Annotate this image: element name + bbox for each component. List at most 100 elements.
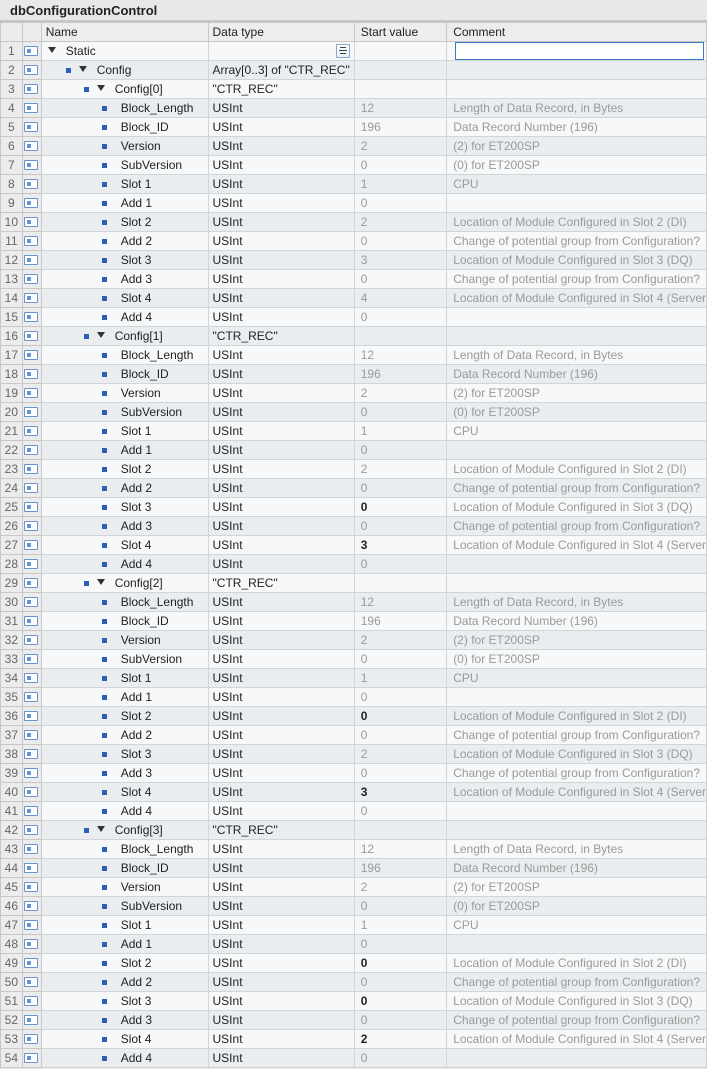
- row-number[interactable]: 39: [1, 764, 23, 783]
- type-picker-button[interactable]: [336, 44, 350, 58]
- table-row[interactable]: 26Add 3USInt0Change of potential group f…: [1, 517, 707, 536]
- row-number[interactable]: 38: [1, 745, 23, 764]
- row-number[interactable]: 20: [1, 403, 23, 422]
- start-value-cell[interactable]: 0: [354, 954, 446, 973]
- start-value-cell[interactable]: 12: [354, 593, 446, 612]
- comment-cell[interactable]: Location of Module Configured in Slot 4 …: [447, 536, 707, 555]
- type-cell[interactable]: USInt: [208, 460, 354, 479]
- type-cell[interactable]: USInt: [208, 802, 354, 821]
- table-row[interactable]: 22Add 1USInt0: [1, 441, 707, 460]
- start-value-cell[interactable]: 0: [354, 308, 446, 327]
- start-value-cell[interactable]: 3: [354, 783, 446, 802]
- row-number[interactable]: 32: [1, 631, 23, 650]
- comment-cell[interactable]: Length of Data Record, in Bytes: [447, 99, 707, 118]
- row-number[interactable]: 33: [1, 650, 23, 669]
- type-cell[interactable]: USInt: [208, 954, 354, 973]
- comment-cell[interactable]: Location of Module Configured in Slot 4 …: [447, 1030, 707, 1049]
- table-row[interactable]: 36Slot 2USInt0Location of Module Configu…: [1, 707, 707, 726]
- table-row[interactable]: 19VersionUSInt2(2) for ET200SP: [1, 384, 707, 403]
- name-cell[interactable]: SubVersion: [41, 403, 208, 422]
- comment-cell[interactable]: [447, 802, 707, 821]
- comment-cell[interactable]: Change of potential group from Configura…: [447, 270, 707, 289]
- type-cell[interactable]: USInt: [208, 935, 354, 954]
- type-cell[interactable]: USInt: [208, 726, 354, 745]
- table-row[interactable]: 11Add 2USInt0Change of potential group f…: [1, 232, 707, 251]
- row-number[interactable]: 4: [1, 99, 23, 118]
- row-number[interactable]: 23: [1, 460, 23, 479]
- name-cell[interactable]: Slot 3: [41, 251, 208, 270]
- start-value-cell[interactable]: 0: [354, 517, 446, 536]
- comment-cell[interactable]: [447, 935, 707, 954]
- table-row[interactable]: 53Slot 4USInt2Location of Module Configu…: [1, 1030, 707, 1049]
- name-cell[interactable]: Slot 1: [41, 916, 208, 935]
- start-value-cell[interactable]: 2: [354, 1030, 446, 1049]
- row-number[interactable]: 41: [1, 802, 23, 821]
- start-value-cell[interactable]: 2: [354, 384, 446, 403]
- type-cell[interactable]: USInt: [208, 308, 354, 327]
- type-cell[interactable]: USInt: [208, 745, 354, 764]
- table-row[interactable]: 18Block_IDUSInt196Data Record Number (19…: [1, 365, 707, 384]
- name-cell[interactable]: Add 3: [41, 1011, 208, 1030]
- type-cell[interactable]: "CTR_REC": [208, 821, 354, 840]
- name-cell[interactable]: Slot 3: [41, 992, 208, 1011]
- comment-cell[interactable]: (2) for ET200SP: [447, 137, 707, 156]
- start-value-cell[interactable]: 0: [354, 156, 446, 175]
- table-row[interactable]: 7SubVersionUSInt0(0) for ET200SP: [1, 156, 707, 175]
- comment-cell[interactable]: [447, 555, 707, 574]
- row-number[interactable]: 17: [1, 346, 23, 365]
- table-row[interactable]: 15Add 4USInt0: [1, 308, 707, 327]
- start-value-cell[interactable]: 196: [354, 365, 446, 384]
- comment-cell[interactable]: Length of Data Record, in Bytes: [447, 840, 707, 859]
- row-number[interactable]: 40: [1, 783, 23, 802]
- start-value-cell[interactable]: 4: [354, 289, 446, 308]
- row-number[interactable]: 9: [1, 194, 23, 213]
- table-row[interactable]: 51Slot 3USInt0Location of Module Configu…: [1, 992, 707, 1011]
- name-cell[interactable]: Version: [41, 631, 208, 650]
- type-cell[interactable]: USInt: [208, 175, 354, 194]
- type-cell[interactable]: USInt: [208, 346, 354, 365]
- type-cell[interactable]: USInt: [208, 878, 354, 897]
- type-cell[interactable]: USInt: [208, 593, 354, 612]
- row-number[interactable]: 42: [1, 821, 23, 840]
- type-cell[interactable]: USInt: [208, 137, 354, 156]
- start-value-cell[interactable]: 0: [354, 650, 446, 669]
- name-cell[interactable]: Add 4: [41, 1049, 208, 1068]
- name-cell[interactable]: SubVersion: [41, 897, 208, 916]
- name-cell[interactable]: Block_ID: [41, 118, 208, 137]
- row-number[interactable]: 8: [1, 175, 23, 194]
- comment-cell[interactable]: Location of Module Configured in Slot 2 …: [447, 213, 707, 232]
- name-cell[interactable]: Slot 1: [41, 422, 208, 441]
- type-cell[interactable]: USInt: [208, 479, 354, 498]
- name-cell[interactable]: Slot 3: [41, 745, 208, 764]
- start-value-cell[interactable]: 196: [354, 859, 446, 878]
- table-row[interactable]: 38Slot 3USInt2Location of Module Configu…: [1, 745, 707, 764]
- row-number[interactable]: 26: [1, 517, 23, 536]
- type-cell[interactable]: USInt: [208, 840, 354, 859]
- type-cell[interactable]: USInt: [208, 783, 354, 802]
- comment-cell[interactable]: Data Record Number (196): [447, 365, 707, 384]
- row-number[interactable]: 37: [1, 726, 23, 745]
- header-start[interactable]: Start value: [354, 23, 446, 42]
- name-cell[interactable]: Add 4: [41, 308, 208, 327]
- table-row[interactable]: 37Add 2USInt0Change of potential group f…: [1, 726, 707, 745]
- table-row[interactable]: 33SubVersionUSInt0(0) for ET200SP: [1, 650, 707, 669]
- name-cell[interactable]: Add 1: [41, 935, 208, 954]
- comment-cell[interactable]: Change of potential group from Configura…: [447, 517, 707, 536]
- name-cell[interactable]: Add 2: [41, 479, 208, 498]
- comment-cell[interactable]: Data Record Number (196): [447, 612, 707, 631]
- name-cell[interactable]: Block_Length: [41, 840, 208, 859]
- start-value-cell[interactable]: 0: [354, 764, 446, 783]
- row-number[interactable]: 19: [1, 384, 23, 403]
- comment-cell[interactable]: [447, 61, 707, 80]
- row-number[interactable]: 31: [1, 612, 23, 631]
- name-cell[interactable]: Block_Length: [41, 346, 208, 365]
- type-cell[interactable]: USInt: [208, 441, 354, 460]
- type-cell[interactable]: USInt: [208, 1049, 354, 1068]
- table-row[interactable]: 28Add 4USInt0: [1, 555, 707, 574]
- expand-icon[interactable]: [97, 332, 105, 340]
- name-cell[interactable]: Block_ID: [41, 612, 208, 631]
- table-row[interactable]: 44Block_IDUSInt196Data Record Number (19…: [1, 859, 707, 878]
- type-cell[interactable]: USInt: [208, 498, 354, 517]
- type-cell[interactable]: USInt: [208, 99, 354, 118]
- name-cell[interactable]: Block_ID: [41, 365, 208, 384]
